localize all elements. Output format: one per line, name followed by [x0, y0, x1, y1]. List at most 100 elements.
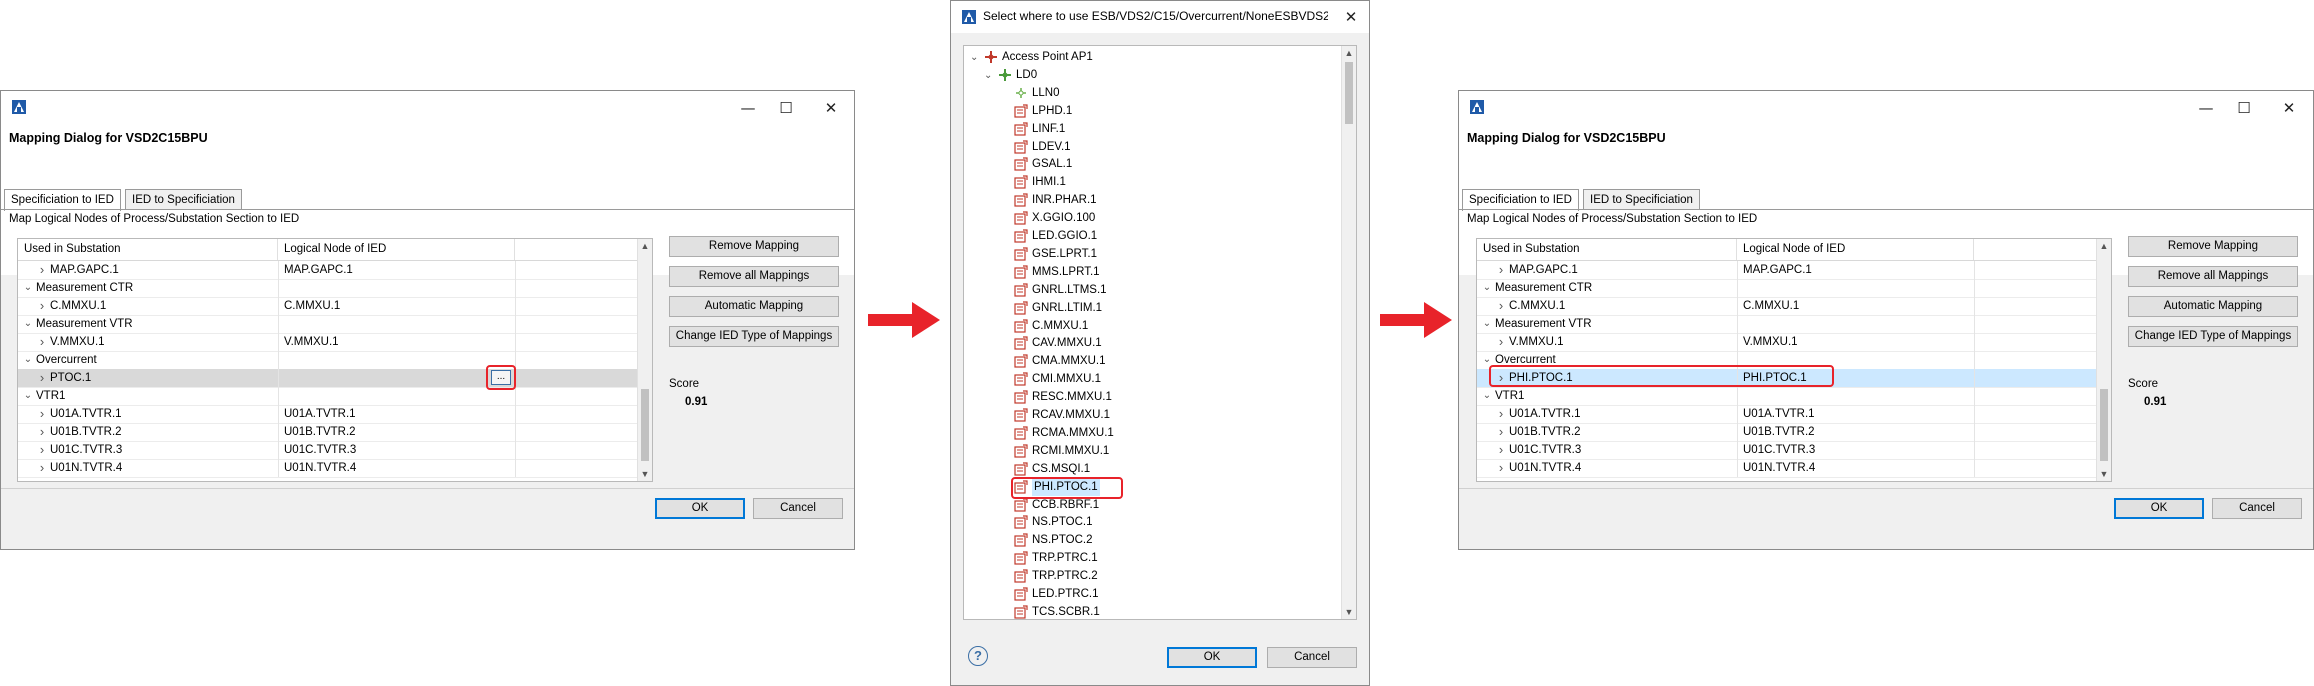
help-icon[interactable]: ? [968, 646, 988, 666]
remove-all-mappings-button[interactable]: Remove all Mappings [669, 266, 839, 287]
table-row[interactable]: › V.MMXU.1 V.MMXU.1 [18, 333, 638, 352]
ok-button[interactable]: OK [655, 498, 745, 519]
tree-item[interactable]: LED.GGIO.1 [964, 228, 1342, 245]
column-header-substation[interactable]: Used in Substation [18, 239, 278, 260]
tree-item[interactable]: GSAL.1 [964, 156, 1342, 173]
table-row[interactable]: › U01B.TVTR.2 U01B.TVTR.2 [18, 423, 638, 442]
chevron-down-icon[interactable]: ⌄ [22, 387, 34, 405]
tree-item[interactable]: LPHD.1 [964, 103, 1342, 120]
tree-item[interactable]: NS.PTOC.1 [964, 514, 1342, 531]
table-scrollbar[interactable]: ▲ ▼ [2096, 239, 2111, 481]
column-header-ied[interactable]: Logical Node of IED [278, 239, 515, 260]
scroll-down-icon[interactable]: ▼ [1342, 605, 1356, 619]
table-row[interactable]: › V.MMXU.1 V.MMXU.1 [1477, 333, 2097, 352]
tree-item[interactable]: CMA.MMXU.1 [964, 353, 1342, 370]
chevron-right-icon[interactable]: › [36, 369, 48, 387]
table-group-row[interactable]: ⌄ VTR1 [18, 387, 638, 406]
tree-item[interactable]: TCS.SCBR.1 [964, 604, 1342, 619]
chevron-down-icon[interactable]: ⌄ [22, 279, 34, 297]
table-row[interactable]: › U01A.TVTR.1 U01A.TVTR.1 [18, 405, 638, 424]
minimize-button[interactable]: — [728, 95, 768, 121]
chevron-down-icon[interactable]: ⌄ [984, 67, 992, 84]
table-group-row[interactable]: ⌄ Measurement VTR [1477, 315, 2097, 334]
remove-mapping-button[interactable]: Remove Mapping [2128, 236, 2298, 257]
cancel-button[interactable]: Cancel [753, 498, 843, 519]
tree-item[interactable]: TRP.PTRC.1 [964, 550, 1342, 567]
table-group-row[interactable]: ⌄ Measurement CTR [1477, 279, 2097, 298]
chevron-down-icon[interactable]: ⌄ [1481, 387, 1493, 405]
tree-item[interactable]: LINF.1 [964, 121, 1342, 138]
scroll-up-icon[interactable]: ▲ [2097, 239, 2111, 253]
tree-item[interactable]: LDEV.1 [964, 139, 1342, 156]
column-header-ied[interactable]: Logical Node of IED [1737, 239, 1974, 260]
table-row[interactable]: › U01C.TVTR.3 U01C.TVTR.3 [1477, 441, 2097, 460]
tree-item[interactable]: NS.PTOC.2 [964, 532, 1342, 549]
table-row[interactable]: › C.MMXU.1 C.MMXU.1 [18, 297, 638, 316]
remove-mapping-button[interactable]: Remove Mapping [669, 236, 839, 257]
tree-item[interactable]: RCAV.MMXU.1 [964, 407, 1342, 424]
table-row[interactable]: › MAP.GAPC.1 MAP.GAPC.1 [18, 261, 638, 280]
change-ied-type-button[interactable]: Change IED Type of Mappings [2128, 326, 2298, 347]
scroll-up-icon[interactable]: ▲ [1342, 46, 1356, 60]
tree-item[interactable]: GNRL.LTMS.1 [964, 282, 1342, 299]
tree-item[interactable]: C.MMXU.1 [964, 318, 1342, 335]
tree-item[interactable]: RCMI.MMXU.1 [964, 443, 1342, 460]
cancel-button[interactable]: Cancel [1267, 647, 1357, 668]
chevron-right-icon[interactable]: › [1495, 333, 1507, 351]
tree-item[interactable]: RCMA.MMXU.1 [964, 425, 1342, 442]
tab-spec-to-ied[interactable]: Specificiation to IED [4, 189, 121, 211]
chevron-right-icon[interactable]: › [36, 441, 48, 459]
scroll-down-icon[interactable]: ▼ [2097, 467, 2111, 481]
table-row[interactable]: › PTOC.1 [18, 369, 638, 388]
table-row[interactable]: › U01C.TVTR.3 U01C.TVTR.3 [18, 441, 638, 460]
chevron-right-icon[interactable]: › [1495, 297, 1507, 315]
chevron-right-icon[interactable]: › [1495, 405, 1507, 423]
maximize-button[interactable]: ☐ [766, 95, 806, 121]
scroll-up-icon[interactable]: ▲ [638, 239, 652, 253]
tree-item[interactable]: LED.PTRC.1 [964, 586, 1342, 603]
table-row[interactable]: › U01B.TVTR.2 U01B.TVTR.2 [1477, 423, 2097, 442]
chevron-down-icon[interactable]: ⌄ [1481, 279, 1493, 297]
table-group-row[interactable]: ⌄ Overcurrent [18, 351, 638, 370]
close-button[interactable]: ✕ [1331, 4, 1371, 30]
table-group-row[interactable]: ⌄ Measurement CTR [18, 279, 638, 298]
minimize-button[interactable]: — [2186, 95, 2226, 121]
tree-item[interactable]: GSE.LPRT.1 [964, 246, 1342, 263]
chevron-down-icon[interactable]: ⌄ [1481, 315, 1493, 333]
chevron-down-icon[interactable]: ⌄ [970, 49, 978, 66]
chevron-right-icon[interactable]: › [1495, 261, 1507, 279]
table-row[interactable]: › U01N.TVTR.4 U01N.TVTR.4 [18, 459, 638, 478]
tree-item[interactable]: ⌄ LD0 [964, 67, 1342, 84]
chevron-right-icon[interactable]: › [1495, 441, 1507, 459]
table-row[interactable]: › C.MMXU.1 C.MMXU.1 [1477, 297, 2097, 316]
table-row[interactable]: › MAP.GAPC.1 MAP.GAPC.1 [1477, 261, 2097, 280]
close-button[interactable]: ✕ [811, 95, 851, 121]
tab-ied-to-spec[interactable]: IED to Specificiation [1583, 189, 1700, 210]
tab-ied-to-spec[interactable]: IED to Specificiation [125, 189, 242, 210]
scroll-down-icon[interactable]: ▼ [638, 467, 652, 481]
chevron-right-icon[interactable]: › [1495, 459, 1507, 477]
automatic-mapping-button[interactable]: Automatic Mapping [2128, 296, 2298, 317]
tree-item[interactable]: IHMI.1 [964, 174, 1342, 191]
table-row[interactable]: › U01A.TVTR.1 U01A.TVTR.1 [1477, 405, 2097, 424]
tree-item[interactable]: ⌄ Access Point AP1 [964, 49, 1342, 66]
table-row[interactable]: › U01N.TVTR.4 U01N.TVTR.4 [1477, 459, 2097, 478]
scroll-thumb[interactable] [641, 389, 649, 461]
chevron-right-icon[interactable]: › [36, 423, 48, 441]
change-ied-type-button[interactable]: Change IED Type of Mappings [669, 326, 839, 347]
tree-item[interactable]: LLN0 [964, 85, 1342, 102]
ok-button[interactable]: OK [1167, 647, 1257, 668]
tree-item[interactable]: TRP.PTRC.2 [964, 568, 1342, 585]
tree-item[interactable]: CAV.MMXU.1 [964, 335, 1342, 352]
tree-item[interactable]: INR.PHAR.1 [964, 192, 1342, 209]
chevron-right-icon[interactable]: › [36, 297, 48, 315]
scroll-thumb[interactable] [1345, 62, 1353, 124]
maximize-button[interactable]: ☐ [2224, 95, 2264, 121]
ok-button[interactable]: OK [2114, 498, 2204, 519]
tree-scrollbar[interactable]: ▲ ▼ [1341, 46, 1356, 619]
scroll-thumb[interactable] [2100, 389, 2108, 461]
tree-item[interactable]: MMS.LPRT.1 [964, 264, 1342, 281]
close-button[interactable]: ✕ [2269, 95, 2309, 121]
tree-item[interactable]: CS.MSQI.1 [964, 461, 1342, 478]
automatic-mapping-button[interactable]: Automatic Mapping [669, 296, 839, 317]
